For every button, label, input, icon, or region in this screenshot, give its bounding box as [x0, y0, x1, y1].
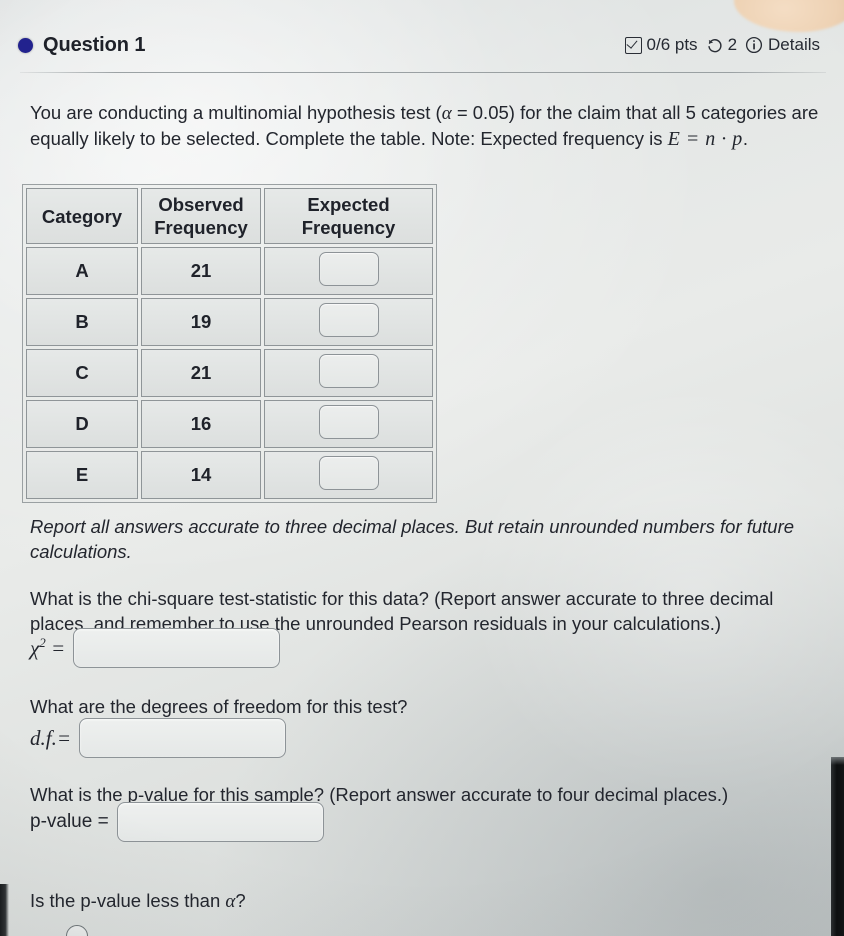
chisq-input[interactable] [73, 628, 281, 668]
column-header-category-line1: Category [41, 205, 123, 227]
pvalue-label: p-value = [30, 811, 109, 832]
pvalue-comparison-text1: Is the p-value less than [30, 890, 226, 911]
column-header-observed-line1: Observed [158, 194, 244, 215]
cell-observed: 16 [141, 400, 261, 448]
cell-expected [264, 400, 433, 448]
frequency-table: Category Observed Frequency Expected Fre… [22, 184, 437, 503]
cell-expected [264, 298, 433, 346]
chisq-answer-row: χ2 = [30, 628, 281, 668]
table-row: B 19 [26, 298, 433, 346]
device-bezel-bottom-left [0, 884, 9, 936]
alpha-symbol: α [225, 891, 236, 912]
chisq-label-equals: = [51, 636, 66, 660]
cell-observed: 21 [141, 349, 261, 397]
df-label: d.f.= [30, 725, 72, 750]
chisq-label-exponent: 2 [39, 635, 46, 650]
question-prompt-intro: You are conducting a multinomial hypothe… [30, 100, 820, 152]
cell-category: E [26, 451, 138, 499]
cell-category: A [26, 247, 138, 295]
question-header: Question 1 0/6 pts 2 Details [0, 24, 844, 66]
expected-frequency-input-e[interactable] [318, 455, 379, 490]
points-group: 0/6 pts [624, 35, 698, 55]
cell-observed: 14 [141, 451, 261, 499]
frequency-table-body: A 21 B 19 C 21 D 16 E 14 [26, 247, 433, 499]
pvalue-comparison-prompt: Is the p-value less than α? [30, 888, 820, 914]
df-prompt: What are the degrees of freedom for this… [30, 696, 408, 717]
cell-category: B [26, 298, 138, 346]
rotate-counterclockwise-icon [706, 37, 723, 54]
column-header-observed-frequency: Observed Frequency [141, 188, 261, 244]
pvalue-comparison-radio-option[interactable] [66, 925, 88, 936]
question-header-left: Question 1 [18, 34, 145, 57]
cell-observed: 19 [141, 298, 261, 346]
chisq-label: χ2 = [30, 635, 65, 661]
header-divider [20, 72, 826, 73]
question-screen: Question 1 0/6 pts 2 Details You are con… [0, 0, 844, 936]
column-header-observed-line2: Frequency [154, 217, 248, 238]
checkbox-checked-icon [624, 36, 642, 54]
column-header-expected-frequency: Expected Frequency [264, 188, 433, 244]
table-row: E 14 [26, 451, 433, 499]
alpha-symbol: α [441, 103, 452, 124]
expected-frequency-input-b[interactable] [318, 302, 379, 337]
column-header-expected-line2: Frequency [301, 217, 396, 238]
filled-circle-bullet-icon [18, 37, 33, 53]
question-header-meta: 0/6 pts 2 Details [624, 35, 820, 55]
cell-observed: 21 [141, 247, 261, 295]
table-row: D 16 [26, 400, 433, 448]
intro-text-period: . [742, 128, 748, 149]
cell-expected [264, 349, 433, 397]
table-row: C 21 [26, 349, 433, 397]
pvalue-input[interactable] [116, 802, 324, 842]
device-bezel-right-highlight [831, 757, 844, 765]
info-circle-icon[interactable] [745, 36, 763, 54]
points-label: 0/6 pts [646, 35, 698, 54]
cell-category: D [26, 400, 138, 448]
pvalue-answer-row: p-value = [30, 802, 324, 842]
details-label[interactable]: Details [768, 35, 820, 55]
cell-expected [264, 247, 433, 295]
pvalue-comparison-text2: ? [235, 890, 246, 911]
rounding-note: Report all answers accurate to three dec… [30, 516, 795, 562]
frequency-table-head: Category Observed Frequency Expected Fre… [26, 188, 433, 244]
column-header-category: Category [26, 188, 138, 244]
cell-expected [264, 451, 433, 499]
df-input[interactable] [79, 718, 287, 758]
intro-text-part1: You are conducting a multinomial hypothe… [30, 102, 442, 123]
attempts-group: 2 [706, 35, 737, 55]
expected-frequency-input-a[interactable] [318, 251, 379, 286]
details-group[interactable]: Details [745, 35, 820, 55]
page-title: Question 1 [43, 33, 146, 56]
expected-frequency-input-c[interactable] [318, 353, 379, 388]
df-answer-row: d.f.= [30, 718, 287, 758]
cell-category: C [26, 349, 138, 397]
table-header-row: Category Observed Frequency Expected Fre… [26, 188, 433, 244]
expected-frequency-formula: E = n · p [667, 128, 743, 150]
device-bezel-right [831, 757, 844, 936]
attempts-count: 2 [727, 35, 738, 54]
expected-frequency-input-d[interactable] [318, 404, 379, 439]
chisq-label-chi: χ [30, 636, 40, 660]
column-header-expected-line1: Expected [307, 194, 390, 215]
table-row: A 21 [26, 247, 433, 295]
